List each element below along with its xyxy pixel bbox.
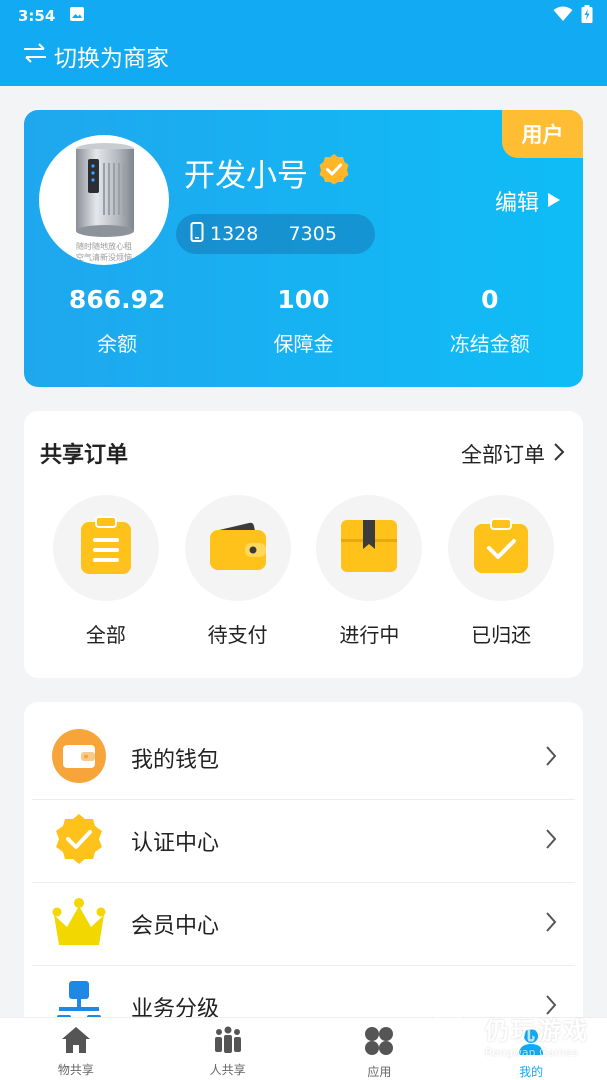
edit-profile-button[interactable]: 编辑 bbox=[495, 185, 561, 217]
wifi-icon bbox=[553, 6, 573, 26]
stat-label: 余额 bbox=[97, 332, 138, 356]
people-icon bbox=[213, 1026, 243, 1058]
wallet-icon bbox=[51, 728, 107, 788]
watermark-text: 仍玩游戏 Rengwan Games bbox=[485, 1011, 589, 1059]
menu-item-membership[interactable]: 会员中心 bbox=[32, 883, 575, 966]
switch-arrows-icon bbox=[22, 42, 48, 70]
menu-card: 我的钱包 认证中心 会员中心 业务分级 bbox=[24, 702, 583, 1042]
avatar[interactable]: 随时随地放心租 空气清新没烦恼 bbox=[39, 135, 169, 265]
watermark-name: 仍玩游戏 bbox=[485, 1017, 589, 1045]
menu-label: 会员中心 bbox=[131, 914, 220, 939]
box-icon bbox=[340, 519, 398, 577]
home-icon bbox=[61, 1026, 91, 1058]
menu-icon bbox=[51, 813, 107, 869]
order-icon-circle bbox=[184, 495, 291, 601]
order-all[interactable]: 全部 bbox=[40, 495, 172, 648]
order-label: 已归还 bbox=[471, 623, 532, 647]
avatar-caption-line2: 空气清新没烦恼 bbox=[76, 253, 132, 262]
menu-label: 我的钱包 bbox=[131, 748, 220, 773]
order-icon-circle bbox=[316, 495, 423, 601]
order-icon-circle bbox=[52, 495, 159, 601]
menu-icon bbox=[51, 896, 107, 952]
chevron-right-icon bbox=[545, 911, 557, 937]
play-arrow-icon bbox=[547, 189, 561, 214]
tab-goods-share[interactable]: 物共享 bbox=[0, 1018, 152, 1080]
top-bar: 3:54 切换为商家 bbox=[0, 0, 607, 86]
clipboard-check-icon bbox=[473, 518, 529, 578]
verified-badge-icon bbox=[318, 153, 350, 193]
chevron-right-icon bbox=[545, 828, 557, 854]
stat-balance[interactable]: 866.92 余额 bbox=[24, 280, 210, 357]
tab-label: 应用 bbox=[367, 1065, 392, 1079]
order-icon-circle bbox=[448, 495, 555, 601]
menu-icon bbox=[51, 728, 107, 788]
verified-badge-icon bbox=[53, 813, 105, 869]
menu-label: 认证中心 bbox=[131, 831, 220, 856]
section-title: 共享订单 bbox=[40, 443, 129, 468]
status-time: 3:54 bbox=[18, 7, 56, 25]
clipboard-list-icon bbox=[79, 516, 133, 580]
nickname-row: 开发小号 bbox=[184, 150, 350, 195]
stat-deposit[interactable]: 100 保障金 bbox=[210, 280, 396, 357]
apps-icon bbox=[364, 1026, 394, 1060]
tab-people-share[interactable]: 人共享 bbox=[152, 1018, 304, 1080]
order-label: 全部 bbox=[85, 623, 126, 647]
mobile-phone-icon bbox=[190, 221, 204, 247]
stat-value: 0 bbox=[481, 285, 499, 314]
order-label: 进行中 bbox=[339, 623, 400, 647]
battery-icon bbox=[581, 5, 593, 27]
chevron-right-icon bbox=[545, 745, 557, 771]
order-returned[interactable]: 已归还 bbox=[435, 495, 567, 648]
order-pending-payment[interactable]: 待支付 bbox=[172, 495, 304, 648]
all-orders-link[interactable]: 全部订单 bbox=[461, 439, 565, 469]
stat-value: 100 bbox=[277, 285, 330, 314]
menu-item-wallet[interactable]: 我的钱包 bbox=[32, 717, 575, 800]
image-notification-icon bbox=[69, 6, 85, 26]
crown-icon bbox=[52, 897, 106, 951]
tab-label: 我的 bbox=[519, 1065, 544, 1079]
switch-to-merchant[interactable]: 切换为商家 bbox=[0, 32, 607, 80]
header-title: 切换为商家 bbox=[54, 46, 169, 72]
watermark-logo-icon bbox=[433, 1010, 479, 1060]
stats-row: 866.92 余额 100 保障金 0 冻结金额 bbox=[24, 280, 583, 357]
avatar-caption-line1: 随时随地放心租 bbox=[76, 242, 132, 251]
edit-label: 编辑 bbox=[494, 191, 539, 216]
watermark-sub: Rengwan Games bbox=[485, 1046, 578, 1059]
profile-card: 用户 随时随地放心租 空气清新没烦恼 开发小号 编辑 1328 7305 866… bbox=[24, 110, 583, 387]
order-label: 待支付 bbox=[207, 623, 268, 647]
stat-label: 保障金 bbox=[273, 332, 334, 356]
phone-number: 1328 7305 bbox=[210, 223, 337, 245]
status-bar: 3:54 bbox=[0, 0, 607, 32]
menu-item-certification[interactable]: 认证中心 bbox=[32, 800, 575, 883]
wallet-icon bbox=[209, 521, 267, 575]
order-status-row: 全部 待支付 进行中 已归还 bbox=[24, 495, 583, 648]
shared-orders-card: 共享订单 全部订单 全部 待支付 进行中 已归还 bbox=[24, 411, 583, 678]
all-orders-label: 全部订单 bbox=[461, 443, 545, 467]
tab-label: 物共享 bbox=[57, 1063, 94, 1077]
stat-frozen[interactable]: 0 冻结金额 bbox=[397, 280, 583, 357]
chevron-right-icon bbox=[553, 442, 565, 467]
order-in-progress[interactable]: 进行中 bbox=[304, 495, 436, 648]
role-tag: 用户 bbox=[502, 110, 583, 158]
watermark: 仍玩游戏 Rengwan Games bbox=[433, 1010, 589, 1060]
phone-pill: 1328 7305 bbox=[176, 214, 375, 254]
tab-label: 人共享 bbox=[209, 1063, 246, 1077]
stat-value: 866.92 bbox=[68, 285, 166, 314]
stat-label: 冻结金额 bbox=[449, 332, 530, 356]
nickname: 开发小号 bbox=[184, 158, 308, 194]
